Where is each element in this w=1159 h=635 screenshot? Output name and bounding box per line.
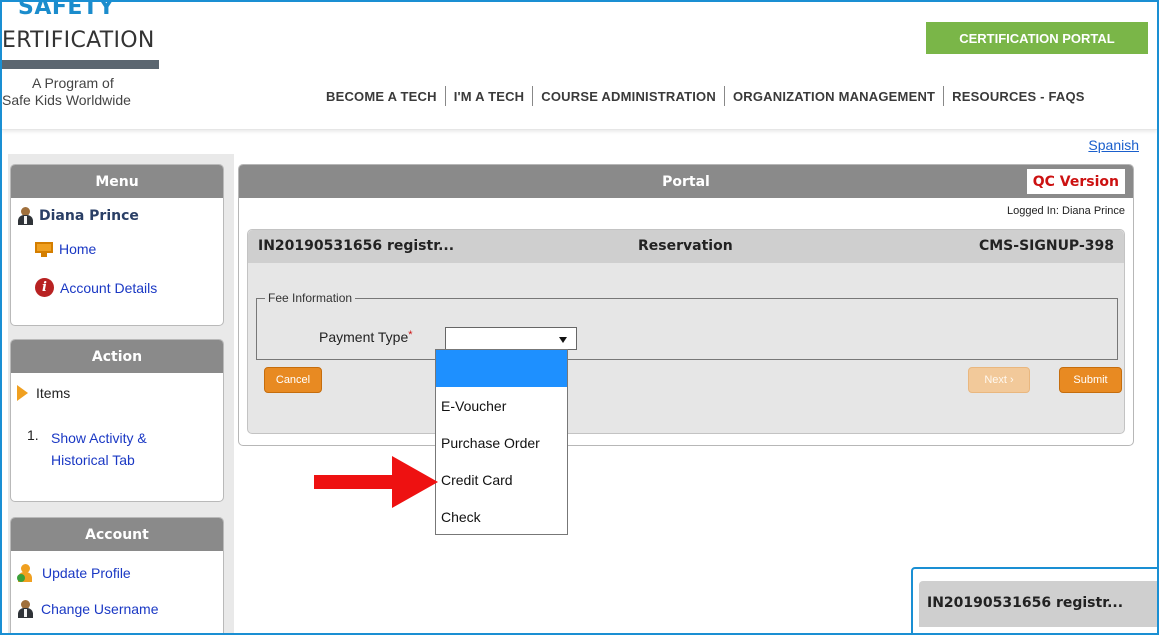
secondary-registration-id-title: IN20190531656 registr... [927,595,1124,611]
submit-button[interactable]: Submit [1059,367,1122,393]
monitor-icon [35,241,53,257]
certification-portal-button[interactable]: CERTIFICATION PORTAL [926,22,1148,54]
account-panel: Account Update Profile Change Username [10,517,224,633]
show-activity-historical-tab-link[interactable]: Show Activity & Historical Tab [51,427,201,471]
logo-divider-bar [2,60,159,69]
payment-type-dropdown: E-Voucher Purchase Order Credit Card Che… [435,349,568,535]
logo-safety-text[interactable]: SAFETY [18,2,115,19]
action-items-header[interactable]: Items [17,385,70,401]
dropdown-option-purchase-order[interactable]: Purchase Order [436,424,567,461]
menu-account-details-label: Account Details [60,279,158,296]
update-profile-label: Update Profile [42,565,131,581]
spanish-language-link[interactable]: Spanish [1088,137,1139,153]
reservation-panel: IN20190531656 registr... Reservation CMS… [247,229,1125,434]
person-icon [17,207,33,225]
payment-type-label: Payment Type* [319,329,413,345]
fee-information-legend: Fee Information [265,291,356,305]
action-panel: Action Items 1. Show Activity & Historic… [10,339,224,502]
info-icon: i [35,278,54,297]
portal-panel: Portal QC Version Logged In: Diana Princ… [238,164,1134,446]
change-username-link[interactable]: Change Username [17,600,159,618]
chevron-down-icon [559,337,567,343]
program-of-text: A Program of [32,75,114,91]
cancel-button[interactable]: Cancel [264,367,322,393]
dropdown-option-e-voucher[interactable]: E-Voucher [436,387,567,424]
payment-type-text: Payment Type [319,329,409,345]
menu-account-details-link[interactable]: i Account Details [35,278,157,297]
person-check-icon [17,564,34,582]
next-button[interactable]: Next › [968,367,1030,393]
action-items-label: Items [36,385,71,401]
secondary-reservation-panel: IN20190531656 registr... [911,567,1157,633]
site-header: SAFETY ERTIFICATION A Program of Safe Ki… [2,2,1157,130]
app-window: SAFETY ERTIFICATION A Program of Safe Ki… [0,0,1159,635]
red-arrow-icon [314,456,438,508]
menu-panel: Menu Diana Prince Home i Account Details [10,164,224,326]
reservation-panel-header: IN20190531656 registr... Reservation CMS… [248,230,1124,263]
top-navigation: BECOME A TECH I'M A TECH COURSE ADMINIST… [318,84,1093,108]
dropdown-option-blank[interactable] [436,350,567,387]
account-panel-title: Account [11,518,223,551]
portal-panel-header: Portal QC Version [239,165,1133,198]
secondary-panel-header: IN20190531656 registr... [919,581,1157,627]
list-number: 1. [27,427,39,443]
portal-title: Portal [662,173,710,190]
change-username-label: Change Username [41,601,159,617]
qc-version-badge: QC Version [1026,169,1125,194]
payment-type-select[interactable] [445,327,577,350]
nav-become-a-tech[interactable]: BECOME A TECH [318,89,445,104]
required-asterisk: * [408,329,413,341]
menu-home-link[interactable]: Home [35,241,96,257]
action-panel-title: Action [11,340,223,373]
nav-im-a-tech[interactable]: I'M A TECH [446,89,533,104]
registration-id-title: IN20190531656 registr... [258,238,455,254]
person-icon [17,600,33,618]
menu-panel-title: Menu [11,165,223,198]
safe-kids-worldwide-text: Safe Kids Worldwide [2,92,131,108]
nav-organization-management[interactable]: ORGANIZATION MANAGEMENT [725,89,943,104]
menu-home-label: Home [59,241,97,257]
update-profile-link[interactable]: Update Profile [17,564,131,582]
logged-in-status: Logged In: Diana Prince [1006,205,1125,217]
nav-course-administration[interactable]: COURSE ADMINISTRATION [533,89,724,104]
menu-user: Diana Prince [17,207,139,225]
dropdown-option-credit-card[interactable]: Credit Card [436,461,567,498]
nav-resources-faqs[interactable]: RESOURCES - FAQS [944,89,1093,104]
reservation-title: Reservation [638,238,733,254]
signup-code-title: CMS-SIGNUP-398 [978,238,1114,254]
dropdown-option-check[interactable]: Check [436,498,567,535]
triangle-right-icon [17,385,28,401]
logo-certification-text[interactable]: ERTIFICATION [2,28,155,53]
user-name: Diana Prince [39,208,139,224]
fee-information-fieldset: Fee Information Payment Type* [256,291,1118,360]
